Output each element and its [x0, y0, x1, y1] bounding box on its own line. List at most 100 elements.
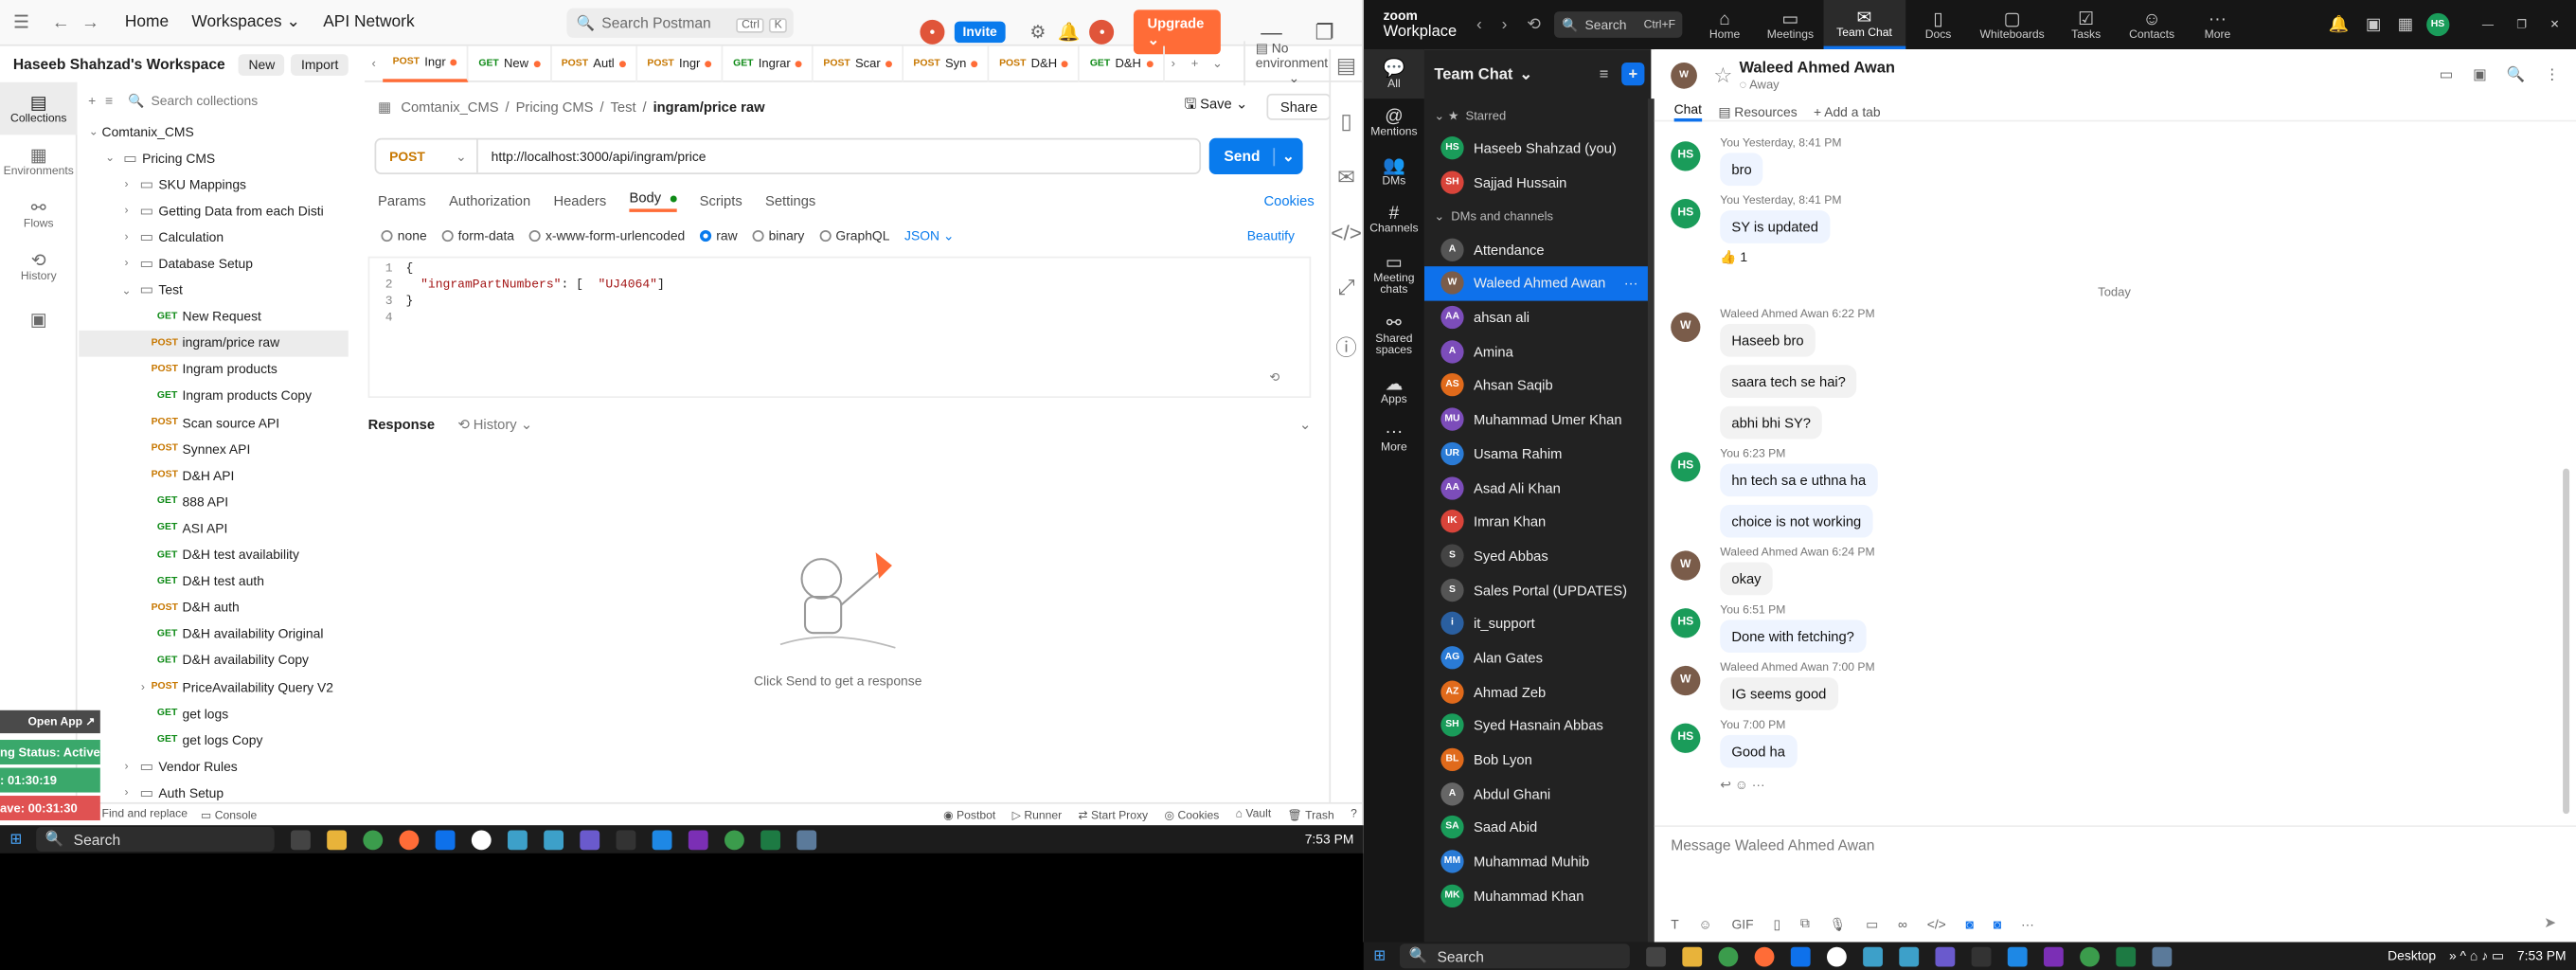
- radio-graphql[interactable]: GraphQL: [818, 227, 889, 242]
- request-tab[interactable]: GET Ingrar: [724, 45, 814, 81]
- explorer-icon[interactable]: [1681, 945, 1702, 966]
- rail-dms[interactable]: 👥 DMs: [1364, 146, 1424, 195]
- postman-search[interactable]: 🔍 Search Postman Ctrl K: [566, 8, 794, 38]
- screenshot-icon[interactable]: ⧉: [1800, 916, 1810, 932]
- message-bubble[interactable]: okay: [1720, 562, 1773, 596]
- chrome-icon[interactable]: [724, 829, 744, 850]
- radio-form-data[interactable]: form-data: [441, 227, 514, 242]
- vscode-icon[interactable]: [2007, 945, 2027, 966]
- back-icon[interactable]: ‹: [1476, 15, 1482, 33]
- contact-avatar[interactable]: W: [1671, 62, 1697, 89]
- folder-item[interactable]: ⌄ ▭ Pricing CMS: [79, 145, 348, 171]
- back-icon[interactable]: ←: [49, 10, 72, 33]
- chat-list-item[interactable]: A Abdul Ghani: [1424, 777, 1651, 811]
- emoji-icon[interactable]: ☺: [1698, 917, 1711, 932]
- url-input[interactable]: http://localhost:3000/api/ingram/price: [492, 149, 707, 164]
- screen-share-icon[interactable]: ▣: [2473, 65, 2487, 83]
- rail-item-collections[interactable]: ▤ Collections: [0, 81, 78, 135]
- chat-list-item[interactable]: IK Imran Khan: [1424, 505, 1651, 539]
- vscode-icon[interactable]: [651, 829, 671, 850]
- message-bubble[interactable]: bro: [1720, 153, 1763, 187]
- nav-tasks[interactable]: ☑ Tasks: [2053, 0, 2119, 49]
- tray-icons[interactable]: » ^ ⌂ ♪ ▭: [2449, 948, 2504, 963]
- collection-icon[interactable]: ▤: [1331, 53, 1362, 80]
- rail-item-flows[interactable]: ⚯ Flows: [0, 188, 78, 241]
- history-icon[interactable]: ⟲: [1269, 370, 1279, 386]
- app-icon[interactable]: [2151, 945, 2172, 966]
- request-item[interactable]: GET get logs: [79, 700, 348, 727]
- message-bubble[interactable]: SY is updated: [1720, 210, 1831, 243]
- minimize-icon[interactable]: —: [2482, 19, 2494, 30]
- request-item[interactable]: › POST PriceAvailability Query V2: [79, 674, 348, 701]
- chat-list-item[interactable]: SH Syed Hasnain Abbas: [1424, 709, 1651, 743]
- request-tab[interactable]: POST D&H: [990, 45, 1081, 81]
- request-tab[interactable]: GET D&H: [1080, 45, 1165, 81]
- rail-shared-spaces[interactable]: ⚯ Shared spaces: [1364, 304, 1424, 365]
- folder-item[interactable]: › ▭ Database Setup: [79, 251, 348, 278]
- tab-scripts[interactable]: Scripts: [700, 192, 742, 208]
- folder-item[interactable]: ⌄ Comtanix_CMS: [79, 118, 348, 145]
- request-item[interactable]: GET D&H test availability: [79, 542, 348, 568]
- clock[interactable]: 7:53 PM: [1305, 832, 1354, 847]
- chat-list-item[interactable]: W Waleed Ahmed Awan ···: [1423, 266, 1652, 301]
- request-item[interactable]: GET New Request: [79, 303, 348, 330]
- app-icon[interactable]: [579, 829, 599, 850]
- app-icon[interactable]: ◙: [1966, 917, 1974, 932]
- rail-all[interactable]: 💬 All: [1363, 49, 1424, 99]
- more-icon[interactable]: ···: [1624, 276, 1638, 292]
- terminal-icon[interactable]: [615, 829, 635, 850]
- menu-icon[interactable]: ☰: [9, 10, 32, 33]
- send-icon[interactable]: ➤: [2544, 914, 2556, 932]
- folder-item[interactable]: › ▭ Vendor Rules: [79, 753, 348, 780]
- history-dropdown[interactable]: ⟲ History ⌄: [457, 415, 532, 433]
- chat-list-item[interactable]: UR Usama Rahim: [1424, 437, 1651, 471]
- windows-start-icon[interactable]: ⊞: [9, 830, 22, 848]
- chat-list-item[interactable]: AS Ahsan Saqib: [1424, 368, 1651, 403]
- rail-apps[interactable]: ☁ Apps: [1364, 365, 1424, 414]
- message-input[interactable]: Message Waleed Ahmed Awan: [1655, 827, 2576, 863]
- chevron-down-icon[interactable]: ⌄: [1519, 65, 1532, 83]
- format-icon[interactable]: T: [1671, 917, 1678, 932]
- desktop-toolbar[interactable]: Desktop: [2388, 948, 2436, 963]
- more-icon[interactable]: ⋮: [2545, 65, 2560, 83]
- share-button[interactable]: Share: [1266, 93, 1332, 120]
- forward-icon[interactable]: →: [79, 10, 101, 33]
- app-icon[interactable]: [543, 829, 564, 850]
- plus-icon[interactable]: +: [1621, 62, 1645, 86]
- expand-icon[interactable]: ⤢: [1331, 275, 1362, 301]
- app-icon[interactable]: [796, 829, 816, 850]
- profile-avatar[interactable]: HS: [2425, 12, 2450, 37]
- chat-list-item[interactable]: S Syed Abbas: [1424, 539, 1651, 573]
- taskbar-search[interactable]: 🔍 Search: [1399, 943, 1630, 969]
- app-icon[interactable]: ◙: [1994, 917, 2001, 932]
- chat-list-item[interactable]: AA Asad Ali Khan: [1424, 471, 1651, 505]
- tab-params[interactable]: Params: [378, 192, 426, 208]
- cookies-status-link[interactable]: ◎ Cookies: [1164, 808, 1219, 821]
- request-tab[interactable]: POST Ingr: [383, 45, 469, 81]
- excel-icon[interactable]: [760, 829, 780, 850]
- nav-team-chat[interactable]: ✉ Team Chat: [1823, 0, 1905, 50]
- plus-icon[interactable]: +: [1182, 56, 1207, 71]
- app-icon[interactable]: [1862, 945, 1883, 966]
- rail-item-environments[interactable]: ▦ Environments: [0, 135, 78, 188]
- new-button[interactable]: New: [239, 53, 285, 75]
- chevron-down-icon[interactable]: ⌄: [1274, 147, 1295, 166]
- chat-list-item[interactable]: AG Alan Gates: [1424, 640, 1651, 674]
- rail-channels[interactable]: # Channels: [1364, 196, 1424, 243]
- radio-none[interactable]: none: [381, 227, 427, 242]
- request-tab[interactable]: GET New: [469, 45, 552, 81]
- video-icon[interactable]: ▭: [2440, 65, 2454, 83]
- vault-link[interactable]: ⌂ Vault: [1236, 809, 1272, 820]
- chat-list-item[interactable]: MM Muhammad Muhib: [1424, 845, 1651, 879]
- nav-docs[interactable]: ▯ Docs: [1905, 0, 1971, 49]
- chevron-down-icon[interactable]: ⌄: [1208, 56, 1228, 71]
- chat-list-item[interactable]: BL Bob Lyon: [1424, 743, 1651, 777]
- message-bubble[interactable]: hn tech sa e uthna ha: [1720, 463, 1878, 497]
- rail-item-more[interactable]: ▣: [0, 293, 78, 346]
- message-bubble[interactable]: choice is not working: [1720, 504, 1873, 538]
- chat-list-item[interactable]: A Amina: [1424, 334, 1651, 368]
- request-item[interactable]: GET D&H test auth: [79, 568, 348, 595]
- request-tab[interactable]: POST Syn: [903, 45, 990, 81]
- crumb-request[interactable]: ingram/price raw: [653, 99, 765, 115]
- star-icon[interactable]: ☆: [1713, 63, 1732, 89]
